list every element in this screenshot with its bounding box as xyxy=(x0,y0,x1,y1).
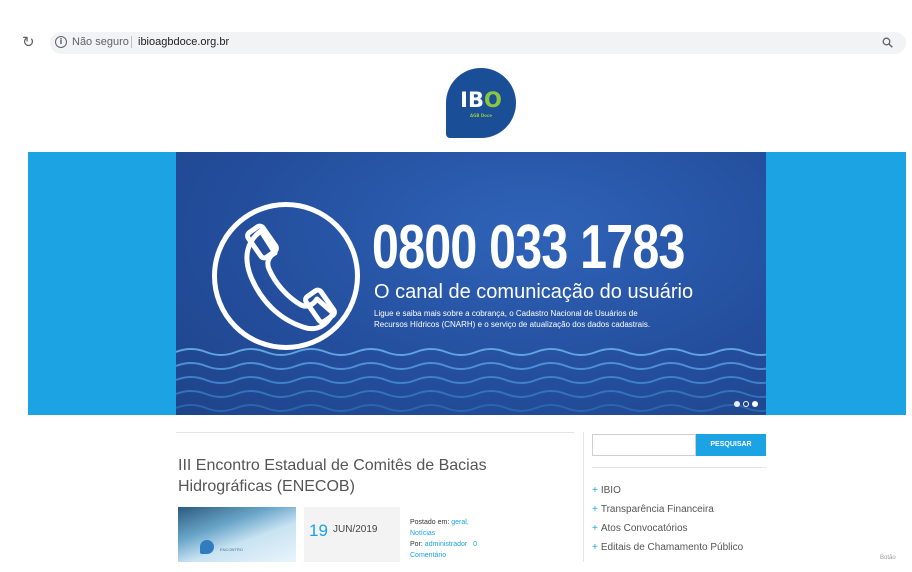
content-divider xyxy=(176,432,574,433)
banner-text-line-1: Ligue e saiba mais sobre a cobrança, o C… xyxy=(374,309,638,318)
sidebar-item-atos[interactable]: + Atos Convocatórios xyxy=(592,519,743,538)
by-label: Por: xyxy=(410,541,423,548)
hero-slider[interactable]: 0800 033 1783 O canal de comunicação do … xyxy=(176,152,766,415)
wave-decoration xyxy=(176,348,766,412)
posted-in-label: Postado em: xyxy=(410,519,450,526)
banner-headline: O canal de comunicação do usuário xyxy=(374,281,694,303)
search-input[interactable] xyxy=(592,434,696,456)
thumbnail-caption: ENCONTRO xyxy=(220,547,243,552)
sidebar-item-ibio[interactable]: + IBIO xyxy=(592,481,743,500)
sidebar-item-transparencia[interactable]: + Transparência Financeira xyxy=(592,500,743,519)
security-label[interactable]: Não seguro xyxy=(72,36,129,48)
page: ↻ i Não seguro ibioagbdoce.org.br IBO AG… xyxy=(0,0,912,572)
comments-count[interactable]: 0 xyxy=(473,541,477,548)
comments-link[interactable]: Comentário xyxy=(410,552,446,559)
logo-subtitle: AGB Doce xyxy=(470,113,492,118)
post-meta: Postado em: geral, Notícias Por: adminis… xyxy=(410,517,510,561)
phone-icon xyxy=(212,202,360,350)
sidebar-divider xyxy=(583,432,584,562)
banner-text-line-2: Recursos Hídricos (CNARH) e o serviço de… xyxy=(374,320,651,329)
corner-text: Botão xyxy=(880,555,896,561)
reload-icon[interactable]: ↻ xyxy=(22,33,38,51)
sidebar-item-label: Editais de Chamamento Público xyxy=(600,542,744,553)
slider-dot-3[interactable] xyxy=(752,401,758,407)
post-date-month: JUN/2019 xyxy=(333,524,378,535)
slider-dot-1[interactable] xyxy=(734,401,740,407)
phone-number: 0800 033 1783 xyxy=(372,213,685,282)
post-title[interactable]: III Encontro Estadual de Comitês de Baci… xyxy=(178,455,578,497)
logo-wordmark: IBO xyxy=(460,88,502,112)
site-logo[interactable]: IBO AGB Doce xyxy=(446,68,516,138)
sidebar-item-label: Atos Convocatórios xyxy=(600,523,688,534)
post-thumbnail[interactable]: ENCONTRO xyxy=(178,507,296,562)
post-date-day: 19 xyxy=(309,521,328,540)
sidebar-menu: + IBIO + Transparência Financeira + Atos Co… xyxy=(592,481,743,557)
divider xyxy=(131,36,132,48)
category-link-geral[interactable]: geral, xyxy=(451,519,469,526)
page-bottom xyxy=(0,562,912,572)
slider-dots xyxy=(734,401,764,409)
sidebar-item-label: IBIO xyxy=(600,485,621,496)
url-text[interactable]: ibioagbdoce.org.br xyxy=(138,36,229,48)
address-bar xyxy=(0,30,912,56)
category-link-noticias[interactable]: Notícias xyxy=(410,530,435,537)
sidebar-item-label: Transparência Financeira xyxy=(600,504,714,515)
sidebar-item-editais[interactable]: + Editais de Chamamento Público xyxy=(592,538,743,557)
slider-dot-2[interactable] xyxy=(743,401,749,407)
phone-handset-icon xyxy=(244,223,337,332)
search-icon[interactable] xyxy=(882,37,893,48)
author-link[interactable]: administrador xyxy=(425,541,467,548)
search-button[interactable]: PESQUISAR xyxy=(696,434,766,456)
sidebar-hr xyxy=(592,467,766,468)
thumbnail-logo-icon xyxy=(200,540,214,554)
info-icon[interactable]: i xyxy=(55,36,67,48)
